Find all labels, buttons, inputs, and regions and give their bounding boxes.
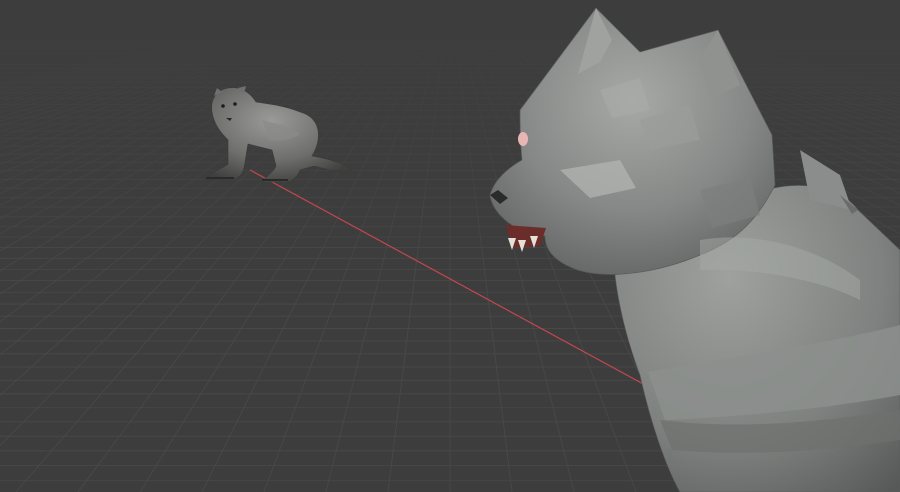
3d-viewport[interactable] (0, 0, 900, 492)
viewport-scene[interactable] (0, 0, 900, 492)
